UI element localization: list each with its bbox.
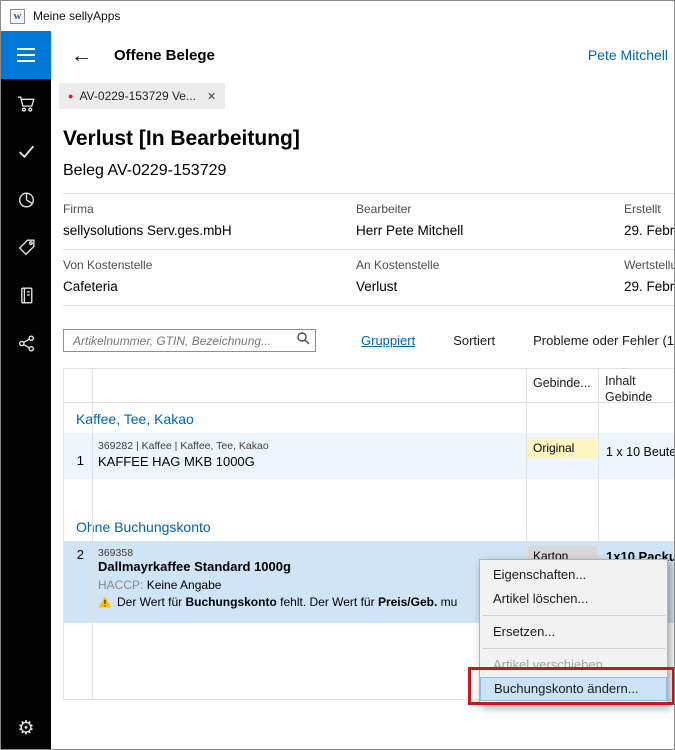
column-divider: [92, 369, 93, 699]
check-icon[interactable]: [1, 127, 51, 175]
hamburger-menu-icon[interactable]: [1, 31, 51, 79]
group-gap: [64, 479, 675, 511]
field-von-kostenstelle: Von Kostenstelle Cafeteria: [63, 258, 356, 294]
tab-close-icon[interactable]: ✕: [207, 90, 216, 103]
field-value: sellysolutions Serv.ges.mbH: [63, 223, 356, 238]
field-value: Cafeteria: [63, 279, 356, 294]
menu-item-artikel-verschieben: Artikel verschieben...: [480, 653, 667, 677]
menu-separator: [482, 648, 665, 649]
app-header: ← Offene Belege Pete Mitchell: [51, 31, 675, 79]
field-label: Wertstellung: [624, 258, 675, 272]
menu-item-eigenschaften[interactable]: Eigenschaften...: [480, 563, 667, 587]
document-subtitle: Beleg AV-0229-153729: [63, 162, 675, 180]
field-wertstellung: Wertstellung 29. Februar: [624, 258, 675, 294]
search-box[interactable]: [63, 329, 316, 352]
menu-separator: [482, 615, 665, 616]
unsaved-dot-icon: ●: [68, 92, 73, 101]
document-title: Verlust [In Bearbeitung]: [63, 127, 675, 151]
field-value: 29. Februar: [624, 223, 675, 238]
table-header: Gebinde... Inhalt Gebinde: [64, 369, 675, 403]
item-meta: 369282 | Kaffee | Kaffee, Tee, Kakao: [98, 440, 269, 452]
field-row: Von Kostenstelle Cafeteria An Kostenstel…: [63, 250, 675, 306]
view-gruppiert[interactable]: Gruppiert: [361, 333, 415, 348]
haccp-label: HACCP:: [98, 578, 143, 592]
field-row: Firma sellysolutions Serv.ges.mbH Bearbe…: [63, 194, 675, 250]
validation-warning: Der Wert für Buchungskonto fehlt. Der We…: [98, 595, 457, 609]
item-name: Dallmayrkaffee Standard 1000g: [98, 559, 291, 574]
field-label: Bearbeiter: [356, 202, 624, 216]
book-icon[interactable]: [1, 271, 51, 319]
field-label: Erstellt: [624, 202, 675, 216]
app-logo-icon: w: [10, 9, 25, 24]
view-probleme[interactable]: Probleme oder Fehler (1): [533, 333, 675, 348]
context-menu: Eigenschaften... Artikel löschen... Erse…: [479, 559, 668, 705]
back-button[interactable]: ←: [71, 45, 92, 66]
settings-gear-icon[interactable]: ⚙: [1, 711, 51, 745]
column-header-inhalt: Inhalt Gebinde: [605, 373, 663, 406]
item-name: KAFFEE HAG MKB 1000G: [98, 454, 255, 469]
field-label: An Kostenstelle: [356, 258, 624, 272]
field-erstellt: Erstellt 29. Februar: [624, 202, 675, 238]
cart-icon[interactable]: [1, 79, 51, 127]
warning-icon: [98, 596, 112, 608]
field-value: 29. Februar: [624, 279, 675, 294]
user-link[interactable]: Pete Mitchell: [588, 47, 668, 63]
field-firma: Firma sellysolutions Serv.ges.mbH: [63, 202, 356, 238]
document-tab[interactable]: ● AV-0229-153729 Ve... ✕: [59, 83, 225, 109]
field-label: Von Kostenstelle: [63, 258, 356, 272]
sidebar: ⚙: [1, 31, 51, 750]
field-bearbeiter: Bearbeiter Herr Pete Mitchell: [356, 202, 624, 238]
window-title: Meine sellyApps: [33, 9, 120, 23]
app-window: w Meine sellyApps: [0, 0, 675, 750]
column-header-gebinde: Gebinde...: [533, 376, 591, 390]
field-label: Firma: [63, 202, 356, 216]
item-meta: 369358: [98, 547, 133, 559]
search-icon[interactable]: [296, 331, 310, 350]
gebinde-cell[interactable]: Original: [528, 438, 597, 458]
table-row[interactable]: 1 369282 | Kaffee | Kaffee, Tee, Kakao K…: [64, 433, 675, 479]
window-titlebar: w Meine sellyApps: [1, 1, 675, 31]
document-fields: Firma sellysolutions Serv.ges.mbH Bearbe…: [63, 193, 675, 306]
field-an-kostenstelle: An Kostenstelle Verlust: [356, 258, 624, 294]
haccp-value: Keine Angabe: [147, 578, 222, 592]
warning-text: Der Wert für Buchungskonto fehlt. Der We…: [117, 595, 457, 609]
view-sortiert[interactable]: Sortiert: [453, 333, 495, 348]
share-icon[interactable]: [1, 319, 51, 367]
list-toolbar: Gruppiert Sortiert Probleme oder Fehler …: [63, 329, 675, 352]
search-input[interactable]: [71, 333, 296, 349]
row-number: 1: [64, 453, 84, 468]
tag-icon[interactable]: [1, 223, 51, 271]
menu-item-buchungskonto-aendern[interactable]: Buchungskonto ändern...: [480, 677, 667, 701]
haccp-line: HACCP: Keine Angabe: [98, 578, 221, 592]
tab-strip: ● AV-0229-153729 Ve... ✕: [51, 83, 675, 111]
inhalt-cell: 1 x 10 Beutel: [606, 445, 675, 459]
group-header-kaffee[interactable]: Kaffee, Tee, Kakao: [64, 403, 675, 433]
field-value: Herr Pete Mitchell: [356, 223, 624, 238]
pie-chart-icon[interactable]: [1, 175, 51, 223]
tab-label: AV-0229-153729 Ve...: [79, 89, 196, 103]
group-header-ohne-buchungskonto[interactable]: Ohne Buchungskonto: [64, 511, 675, 541]
page-title: Offene Belege: [114, 47, 215, 64]
menu-item-artikel-loeschen[interactable]: Artikel löschen...: [480, 587, 667, 611]
menu-item-ersetzen[interactable]: Ersetzen...: [480, 620, 667, 644]
row-number: 2: [64, 547, 84, 562]
field-value: Verlust: [356, 279, 624, 294]
